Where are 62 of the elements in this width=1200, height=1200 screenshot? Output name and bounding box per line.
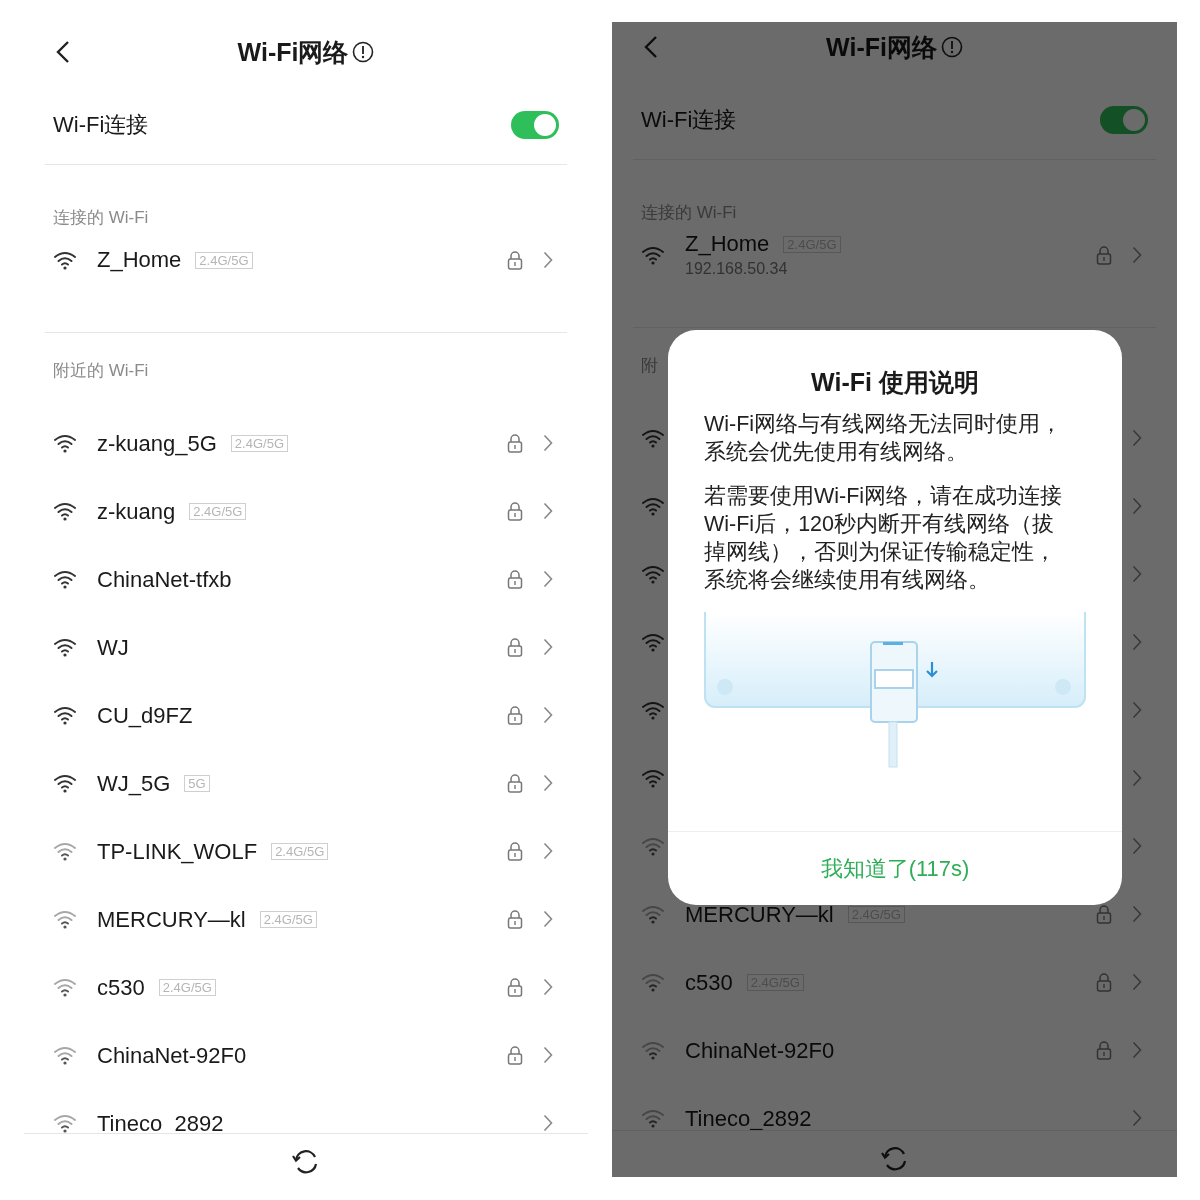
section-label: 连接的 Wi-Fi <box>53 207 150 229</box>
network-name[interactable]: c530 <box>97 970 145 1004</box>
back-icon[interactable] <box>56 40 70 64</box>
chevron-right-icon <box>1132 1041 1142 1059</box>
band-tag: 2.4G/5G <box>230 434 288 452</box>
band-tag: 2.4G/5G <box>158 978 216 996</box>
dialog-text: Wi-Fi网络与有线网络无法同时使用，系统会优先使用有线网络。 <box>704 410 1064 466</box>
network-name[interactable]: CU_d9FZ <box>97 698 193 732</box>
network-name[interactable]: ChinaNet-tfxb <box>97 562 232 596</box>
network-row[interactable]: Z_Home 2.4G/5G <box>53 231 559 289</box>
network-name[interactable]: ChinaNet-92F0 <box>97 1038 247 1072</box>
network-name[interactable]: c530 <box>685 965 733 999</box>
chevron-right-icon <box>543 774 553 792</box>
chevron-right-icon <box>1132 565 1142 583</box>
network-name[interactable]: TP-LINK_WOLF <box>97 834 258 868</box>
network-name[interactable]: WJ_5G <box>97 766 171 800</box>
chevron-right-icon <box>1132 633 1142 651</box>
network-name[interactable]: Tineco_2892 <box>685 1101 812 1130</box>
chevron-right-icon <box>543 910 553 928</box>
network-name[interactable]: ChinaNet-92F0 <box>685 1033 835 1067</box>
chevron-right-icon <box>543 638 553 656</box>
chevron-right-icon <box>1132 497 1142 515</box>
setting-label: Wi-Fi连接 <box>641 106 737 134</box>
network-name: Z_Home <box>97 246 182 274</box>
chevron-right-icon <box>543 1046 553 1064</box>
chevron-right-icon <box>1132 769 1142 787</box>
band-tag: 2.4G/5G <box>271 842 329 860</box>
section-label: 附近的 Wi-Fi <box>53 360 149 383</box>
band-tag: 2.4G/5G <box>195 251 253 269</box>
network-name[interactable]: Tineco_2892 <box>97 1106 224 1133</box>
chevron-right-icon <box>1132 837 1142 855</box>
dialog-text: 若需要使用Wi-Fi网络，请在成功连接Wi-Fi后，120秒内断开有线网络（拔掉网线），否则为保证传输稳定性，系统将会继续使用有线网络。 <box>704 482 1064 594</box>
chevron-right-icon <box>543 502 553 520</box>
wifi-toggle[interactable] <box>1100 105 1148 134</box>
chevron-right-icon <box>1132 1109 1142 1127</box>
network-name[interactable]: MERCURY—kl <box>97 902 246 936</box>
chevron-right-icon <box>1132 905 1142 923</box>
network-name[interactable]: z-kuang <box>97 494 176 528</box>
ip-address: 192.168.50.34 <box>685 259 789 279</box>
chevron-right-icon <box>543 434 553 452</box>
chevron-right-icon <box>1132 246 1142 264</box>
chevron-right-icon <box>1132 973 1142 991</box>
chevron-right-icon <box>543 251 553 269</box>
band-tag: 5G <box>184 774 210 792</box>
wifi-toggle[interactable] <box>511 110 559 139</box>
network-name[interactable]: WJ <box>97 630 129 664</box>
page-title: Wi-Fi网络 <box>237 37 349 67</box>
chevron-right-icon <box>543 1114 553 1132</box>
band-tag: 2.4G/5G <box>259 910 317 928</box>
network-name[interactable]: z-kuang_5G <box>97 426 217 460</box>
page-title: Wi-Fi网络 <box>826 32 937 62</box>
band-tag: 2.4G/5G <box>189 502 247 520</box>
setting-label: Wi-Fi连接 <box>53 111 149 139</box>
chevron-right-icon <box>1132 701 1142 719</box>
chevron-right-icon <box>543 978 553 996</box>
chevron-right-icon <box>543 570 553 588</box>
info-icon[interactable] <box>352 41 375 63</box>
dialog-title: Wi-Fi 使用说明 <box>810 367 980 398</box>
chevron-right-icon <box>1132 429 1142 447</box>
chevron-right-icon <box>543 842 553 860</box>
chevron-right-icon <box>543 706 553 724</box>
network-name: Z_Home <box>685 230 770 258</box>
